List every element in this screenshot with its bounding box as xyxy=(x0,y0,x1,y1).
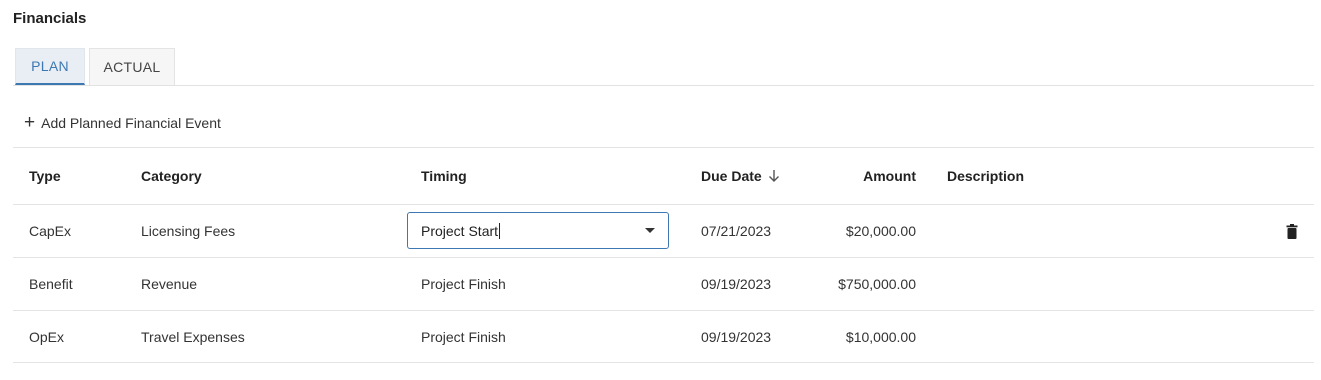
cell-type: Benefit xyxy=(29,276,73,292)
column-header-type[interactable]: Type xyxy=(29,148,61,204)
arrow-down-icon[interactable] xyxy=(768,169,780,183)
add-planned-financial-event-button[interactable]: + Add Planned Financial Event xyxy=(24,112,221,133)
tab-actual[interactable]: ACTUAL xyxy=(89,48,175,85)
trash-icon[interactable] xyxy=(1286,223,1298,239)
column-header-due-date[interactable]: Due Date xyxy=(701,148,780,204)
cell-timing[interactable]: Project Finish xyxy=(421,258,506,310)
cell-category: Travel Expenses xyxy=(141,328,245,345)
cell-amount: $750,000.00 xyxy=(838,276,916,292)
column-header-category[interactable]: Category xyxy=(141,148,202,204)
column-header-amount[interactable]: Amount xyxy=(863,148,916,204)
cell-category: Revenue xyxy=(141,276,198,292)
table-row[interactable]: Benefit Revenue Project Finish 09/19/202… xyxy=(13,257,1314,310)
text-cursor xyxy=(499,222,501,239)
column-header-description[interactable]: Description xyxy=(947,148,1024,204)
cell-type: CapEx xyxy=(29,223,72,239)
timing-select-value: Project Start xyxy=(421,222,499,239)
table-header: Type Category Timing Due Date Amount Des… xyxy=(13,147,1314,204)
tab-bar: PLAN ACTUAL xyxy=(15,48,175,85)
delete-row-button[interactable] xyxy=(1286,205,1298,257)
timing-select[interactable]: Project Start xyxy=(407,212,669,249)
cell-due-date: 07/21/2023 xyxy=(701,223,772,239)
cell-due-date: 09/19/2023 xyxy=(701,276,772,292)
column-header-timing[interactable]: Timing xyxy=(421,148,467,204)
section-title: Financials xyxy=(13,10,87,27)
cell-amount: $20,000.00 xyxy=(845,223,916,239)
tab-plan[interactable]: PLAN xyxy=(15,48,85,85)
chevron-down-icon[interactable] xyxy=(645,228,655,233)
add-button-label: Add Planned Financial Event xyxy=(41,115,221,131)
cell-category: Licensing Fees xyxy=(141,223,236,239)
cell-due-date: 09/19/2023 xyxy=(701,328,772,345)
cell-timing[interactable]: Project Finish xyxy=(421,311,506,362)
cell-amount: $10,000.00 xyxy=(845,328,916,345)
table-row[interactable]: OpEx Travel Expenses Project Finish 09/1… xyxy=(13,310,1314,363)
table-row[interactable]: CapEx Licensing Fees Project Start 07/21… xyxy=(13,204,1314,257)
financials-table: Type Category Timing Due Date Amount Des… xyxy=(13,147,1314,363)
due-date-header-label: Due Date xyxy=(701,168,762,184)
tabs-divider xyxy=(13,85,1314,86)
plus-icon: + xyxy=(24,112,36,133)
cell-type: OpEx xyxy=(29,328,65,345)
